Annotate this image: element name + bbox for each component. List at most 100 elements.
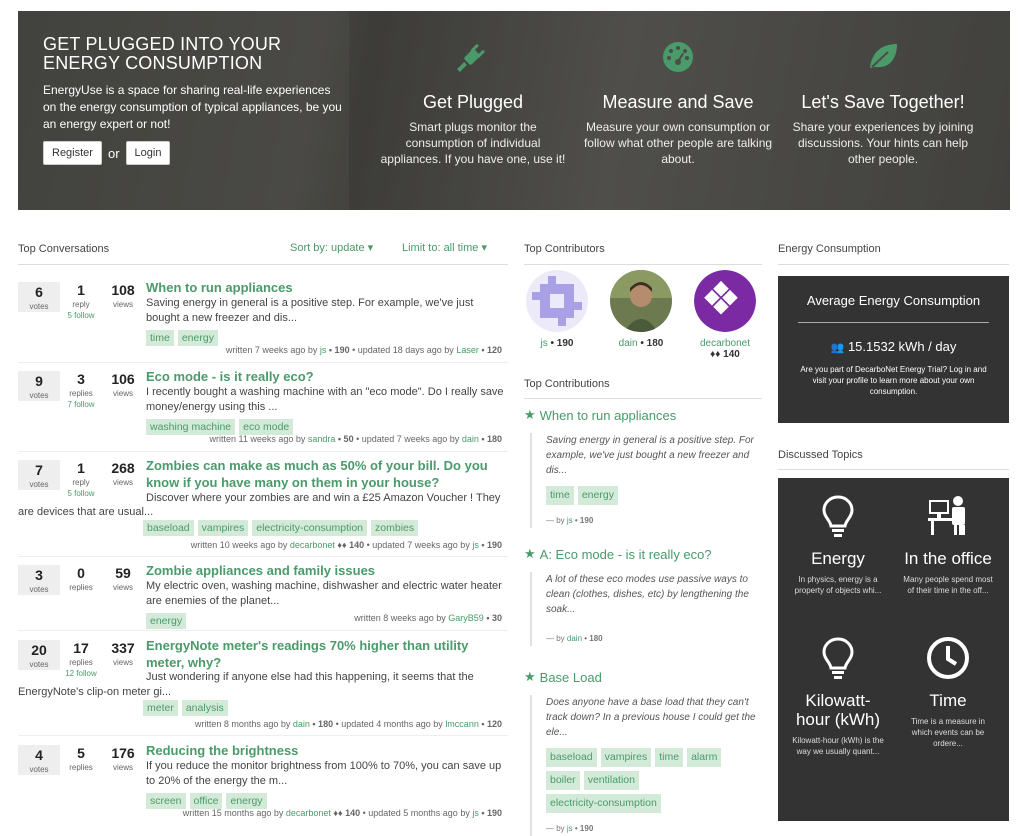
replies-count: 17 replies 12 follow (65, 640, 97, 678)
topic-title: Kilowatt-hour (kWh) (795, 691, 881, 729)
topic-text: Many people spend most of their time in … (903, 575, 993, 595)
author-link[interactable]: dain (567, 634, 582, 643)
contributor-name[interactable]: decarbonet (700, 338, 750, 349)
sort-dropdown[interactable]: Sort by: update ▾ (290, 241, 373, 254)
login-button[interactable]: Login (125, 141, 171, 165)
contributor-rep: • 180 (637, 338, 664, 349)
contributor-name[interactable]: dain (619, 338, 638, 349)
feature-save-together: Let's Save Together! Share your experien… (788, 39, 978, 167)
conversation-item: 9 votes 3 replies 7 follow 106 views Eco mod… (18, 368, 508, 451)
feature-text: Measure your own consumption or follow w… (583, 120, 773, 166)
tag[interactable]: baseload (143, 520, 194, 536)
topic-card[interactable]: In the office Many people spend most of … (893, 494, 1003, 596)
feature-measure-save: Measure and Save Measure your own consum… (583, 39, 773, 167)
tag[interactable]: analysis (181, 700, 228, 716)
conversation-snippet: Saving energy in general is a positive s… (146, 297, 474, 324)
contribution-title[interactable]: ★ Base Load (524, 669, 762, 685)
hero-banner: GET PLUGGED INTO YOUR ENERGY CONSUMPTION… (18, 11, 1010, 210)
tag[interactable]: ventilation (583, 771, 639, 790)
views-count: 59 views (112, 565, 133, 592)
topic-title: Energy (811, 549, 865, 568)
tag[interactable]: time (146, 330, 174, 346)
contributor-name[interactable]: js (541, 338, 548, 349)
replies-count: 3 replies 7 follow (67, 371, 95, 409)
author-link[interactable]: decarbonet (290, 540, 335, 550)
tag[interactable]: baseload (546, 748, 597, 767)
conversation-snippet: Just wondering if anyone else had this h… (146, 671, 474, 683)
avatar (610, 270, 672, 332)
author-link[interactable]: decarbonet (286, 808, 331, 818)
tag[interactable]: screen (146, 793, 186, 809)
conversation-title[interactable]: Reducing the brightness (146, 742, 501, 759)
topic-title: Time (929, 691, 967, 710)
clock-icon (893, 636, 1003, 685)
topic-text: In physics, energy is a property of obje… (794, 575, 882, 595)
sort-label: Sort by: update (290, 242, 365, 254)
feature-text: Share your experiences by joining discus… (792, 120, 974, 166)
avatar (694, 270, 756, 332)
contributor[interactable]: dain • 180 (610, 270, 672, 349)
tag[interactable]: washing machine (146, 419, 236, 435)
star-icon: ★ (524, 669, 536, 684)
tag[interactable]: energy (177, 330, 218, 346)
conversation-title[interactable]: Zombies can make as much as 50% of your … (146, 457, 501, 491)
conversation-meta: written 10 weeks ago by decarbonet ♦♦ 14… (190, 540, 502, 550)
limit-dropdown[interactable]: Limit to: all time ▾ (402, 241, 487, 254)
updater-link[interactable]: Laser (456, 345, 479, 355)
register-button[interactable]: Register (43, 141, 102, 165)
author-link[interactable]: GaryB59 (448, 613, 484, 623)
hero-title: GET PLUGGED INTO YOUR ENERGY CONSUMPTION (43, 34, 282, 73)
tag[interactable]: time (655, 748, 684, 767)
author-link[interactable]: dain (293, 719, 310, 729)
contribution-title[interactable]: ★ A: Eco mode - is it really eco? (524, 546, 762, 562)
conversation-item: 7 votes 1 reply 5 follow 268 views Zombies c… (18, 457, 508, 555)
updater-link[interactable]: dain (462, 434, 479, 444)
tag[interactable]: eco mode (239, 419, 294, 435)
tag[interactable]: energy (577, 486, 618, 505)
discussed-topics-heading: Discussed Topics (778, 449, 863, 461)
topic-card[interactable]: Time Time is a measure in which events c… (893, 636, 1003, 749)
contribution-item: ★ A: Eco mode - is it really eco? A lot o… (524, 546, 762, 646)
tag[interactable]: vampires (600, 748, 652, 767)
topic-text: Kilowatt-hour (kWh) is the way we usuall… (792, 736, 884, 756)
author-link[interactable]: sandra (308, 434, 336, 444)
leaf-icon (788, 39, 978, 75)
conversation-title[interactable]: Eco mode - is it really eco? (146, 368, 501, 385)
tag[interactable]: time (546, 486, 574, 505)
contribution-byline: — by js • 190 (546, 516, 594, 525)
replies-count: 0 replies (69, 565, 93, 592)
conversation-title[interactable]: When to run appliances (146, 279, 501, 296)
tag[interactable]: alarm (687, 748, 722, 767)
tag[interactable]: energy (146, 613, 187, 629)
lightbulb-icon (783, 494, 893, 543)
tag[interactable]: electricity-consumption (546, 794, 661, 813)
conversation-title[interactable]: EnergyNote meter's readings 70% higher t… (146, 637, 501, 671)
tag[interactable]: electricity-consumption (252, 520, 368, 536)
contributor[interactable]: decarbonet ♦♦ 140 (694, 270, 756, 360)
contribution-title[interactable]: ★ When to run appliances (524, 407, 762, 423)
topic-card[interactable]: Energy In physics, energy is a property … (783, 494, 893, 596)
contribution-quote: Saving energy in general is a positive s… (530, 433, 762, 528)
discussed-topics-box: Energy In physics, energy is a property … (778, 478, 1009, 821)
contributor-rep: • 190 (547, 338, 574, 349)
conversation-snippet: My electric oven, washing machine, dishw… (146, 580, 502, 607)
topic-card[interactable]: Kilowatt-hour (kWh) Kilowatt-hour (kWh) … (783, 636, 893, 757)
tag[interactable]: energy (226, 793, 267, 809)
views-count: 337 views (111, 640, 135, 667)
tag[interactable]: boiler (546, 771, 580, 790)
topic-text: Time is a measure in which events can be… (911, 717, 985, 748)
energy-box-title: Average Energy Consumption (806, 293, 981, 308)
replies-count: 5 replies (69, 745, 93, 772)
tag[interactable]: vampires (197, 520, 249, 536)
tag[interactable]: zombies (371, 520, 419, 536)
contributor[interactable]: js • 190 (526, 270, 588, 349)
tag[interactable]: office (189, 793, 223, 809)
tag[interactable]: meter (143, 700, 178, 716)
star-icon: ★ (524, 407, 536, 422)
conversation-meta: written 8 weeks ago by GaryB59 • 30 (354, 613, 502, 623)
votes-count: 20 votes (18, 640, 60, 670)
updater-link[interactable]: lmccann (445, 719, 479, 729)
conversation-title[interactable]: Zombie appliances and family issues (146, 562, 501, 579)
feature-text: Smart plugs monitor the consumption of i… (380, 120, 566, 166)
conversation-item: 4 votes 5 replies 176 views Reducing the br… (18, 742, 508, 825)
